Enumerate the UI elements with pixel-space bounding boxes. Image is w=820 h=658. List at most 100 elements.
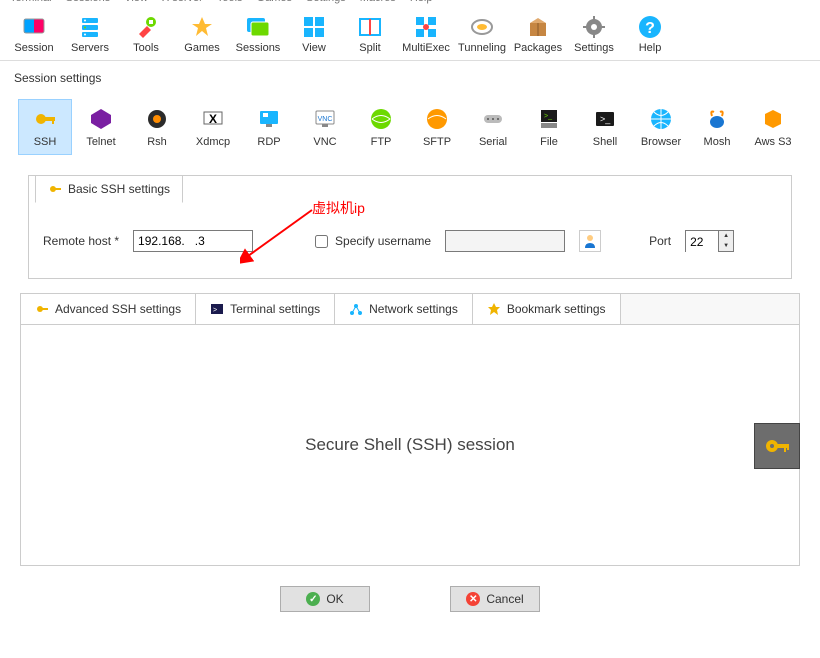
vnc-icon: VNC bbox=[312, 106, 338, 132]
spin-down[interactable]: ▼ bbox=[719, 241, 733, 251]
menu-item[interactable]: Terminal bbox=[10, 0, 52, 4]
session-type-xdmcp[interactable]: X Xdmcp bbox=[186, 99, 240, 155]
toolbar-split[interactable]: Split bbox=[342, 14, 398, 54]
svg-text:>: > bbox=[213, 307, 217, 314]
session-type-telnet[interactable]: Telnet bbox=[74, 99, 128, 155]
session-type-rdp[interactable]: RDP bbox=[242, 99, 296, 155]
session-type-ftp[interactable]: FTP bbox=[354, 99, 408, 155]
games-icon bbox=[189, 14, 215, 40]
ok-button[interactable]: ✓ OK bbox=[280, 586, 370, 612]
sessions-icon bbox=[245, 14, 271, 40]
session-icon bbox=[21, 14, 47, 40]
check-icon: ✓ bbox=[306, 592, 320, 606]
session-description: Secure Shell (SSH) session bbox=[21, 325, 799, 565]
menu-item[interactable]: X server bbox=[162, 0, 203, 4]
toolbar-servers[interactable]: Servers bbox=[62, 14, 118, 54]
session-type-mosh[interactable]: Mosh bbox=[690, 99, 744, 155]
toolbar-tunneling[interactable]: Tunneling bbox=[454, 14, 510, 54]
gear-icon bbox=[581, 14, 607, 40]
subtab-terminal[interactable]: > Terminal settings bbox=[196, 294, 335, 324]
svg-text:>_: >_ bbox=[544, 113, 552, 120]
multiexec-icon bbox=[413, 14, 439, 40]
session-type-sftp[interactable]: SFTP bbox=[410, 99, 464, 155]
svg-text:X: X bbox=[209, 112, 217, 126]
toolbar-games[interactable]: Games bbox=[174, 14, 230, 54]
xdmcp-icon: X bbox=[200, 106, 226, 132]
menu-bar: Terminal Sessions View X server Tools Ga… bbox=[0, 0, 820, 10]
port-label: Port bbox=[649, 234, 671, 248]
help-icon: ? bbox=[637, 14, 663, 40]
menu-item[interactable]: Games bbox=[257, 0, 292, 4]
remote-host-input[interactable] bbox=[133, 230, 253, 252]
svg-text:>_: >_ bbox=[600, 114, 611, 124]
specify-username-checkbox[interactable]: Specify username bbox=[311, 232, 431, 251]
menu-item[interactable]: View bbox=[124, 0, 148, 4]
tunneling-icon bbox=[469, 14, 495, 40]
toolbar-session[interactable]: Session bbox=[6, 14, 62, 54]
tab-basic-ssh[interactable]: Basic SSH settings bbox=[35, 175, 183, 203]
session-type-ssh[interactable]: SSH bbox=[18, 99, 72, 155]
toolbar-settings[interactable]: Settings bbox=[566, 14, 622, 54]
ssh-key-badge[interactable] bbox=[754, 423, 800, 469]
network-icon bbox=[349, 302, 363, 316]
view-icon bbox=[301, 14, 327, 40]
toolbar-view[interactable]: View bbox=[286, 14, 342, 54]
key-icon bbox=[32, 106, 58, 132]
star-icon bbox=[487, 302, 501, 316]
browser-icon bbox=[648, 106, 674, 132]
key-icon bbox=[48, 182, 62, 196]
file-icon: >_ bbox=[536, 106, 562, 132]
rdp-icon bbox=[256, 106, 282, 132]
packages-icon bbox=[525, 14, 551, 40]
sftp-icon bbox=[424, 106, 450, 132]
close-icon: ✕ bbox=[466, 592, 480, 606]
main-toolbar: Session Servers Tools Games Sessions Vie… bbox=[0, 10, 820, 61]
session-type-browser[interactable]: Browser bbox=[634, 99, 688, 155]
subtab-bookmark[interactable]: Bookmark settings bbox=[473, 294, 621, 324]
serial-icon bbox=[480, 106, 506, 132]
toolbar-packages[interactable]: Packages bbox=[510, 14, 566, 54]
subtab-network[interactable]: Network settings bbox=[335, 294, 473, 324]
toolbar-multiexec[interactable]: MultiExec bbox=[398, 14, 454, 54]
username-input bbox=[445, 230, 565, 252]
spin-up[interactable]: ▲ bbox=[719, 231, 733, 241]
session-type-serial[interactable]: Serial bbox=[466, 99, 520, 155]
tools-icon bbox=[133, 14, 159, 40]
svg-text:VNC: VNC bbox=[318, 116, 333, 123]
menu-item[interactable]: Help bbox=[410, 0, 433, 4]
port-spinbox[interactable]: ▲▼ bbox=[685, 230, 734, 252]
settings-subtabs: Advanced SSH settings > Terminal setting… bbox=[20, 293, 800, 566]
dialog-title: Session settings bbox=[0, 61, 820, 89]
subtab-advanced-ssh[interactable]: Advanced SSH settings bbox=[21, 294, 196, 324]
user-picker-button[interactable] bbox=[579, 230, 601, 252]
session-type-vnc[interactable]: VNC VNC bbox=[298, 99, 352, 155]
session-type-rsh[interactable]: Rsh bbox=[130, 99, 184, 155]
servers-icon bbox=[77, 14, 103, 40]
mosh-icon bbox=[704, 106, 730, 132]
aws-icon bbox=[760, 106, 786, 132]
menu-item[interactable]: Sessions bbox=[66, 0, 111, 4]
toolbar-sessions[interactable]: Sessions bbox=[230, 14, 286, 54]
rsh-icon bbox=[144, 106, 170, 132]
dialog-buttons: ✓ OK ✕ Cancel bbox=[0, 566, 820, 632]
svg-text:?: ? bbox=[645, 20, 655, 37]
cancel-button[interactable]: ✕ Cancel bbox=[450, 586, 540, 612]
menu-item[interactable]: Tools bbox=[217, 0, 243, 4]
key-icon bbox=[35, 302, 49, 316]
menu-item[interactable]: Macros bbox=[360, 0, 396, 4]
toolbar-help[interactable]: ? Help bbox=[622, 14, 678, 54]
session-type-row: SSH Telnet Rsh X Xdmcp RDP VNC VNC FTP S… bbox=[0, 89, 820, 165]
split-icon bbox=[357, 14, 383, 40]
shell-icon: >_ bbox=[592, 106, 618, 132]
basic-settings-panel: Basic SSH settings Remote host * Specify… bbox=[28, 175, 792, 279]
terminal-icon: > bbox=[210, 302, 224, 316]
menu-item[interactable]: Settings bbox=[306, 0, 346, 4]
telnet-icon bbox=[88, 106, 114, 132]
session-type-aws[interactable]: Aws S3 bbox=[746, 99, 800, 155]
port-input[interactable] bbox=[686, 231, 718, 253]
ftp-icon bbox=[368, 106, 394, 132]
session-type-file[interactable]: >_ File bbox=[522, 99, 576, 155]
session-type-shell[interactable]: >_ Shell bbox=[578, 99, 632, 155]
toolbar-tools[interactable]: Tools bbox=[118, 14, 174, 54]
remote-host-label: Remote host * bbox=[43, 234, 119, 248]
